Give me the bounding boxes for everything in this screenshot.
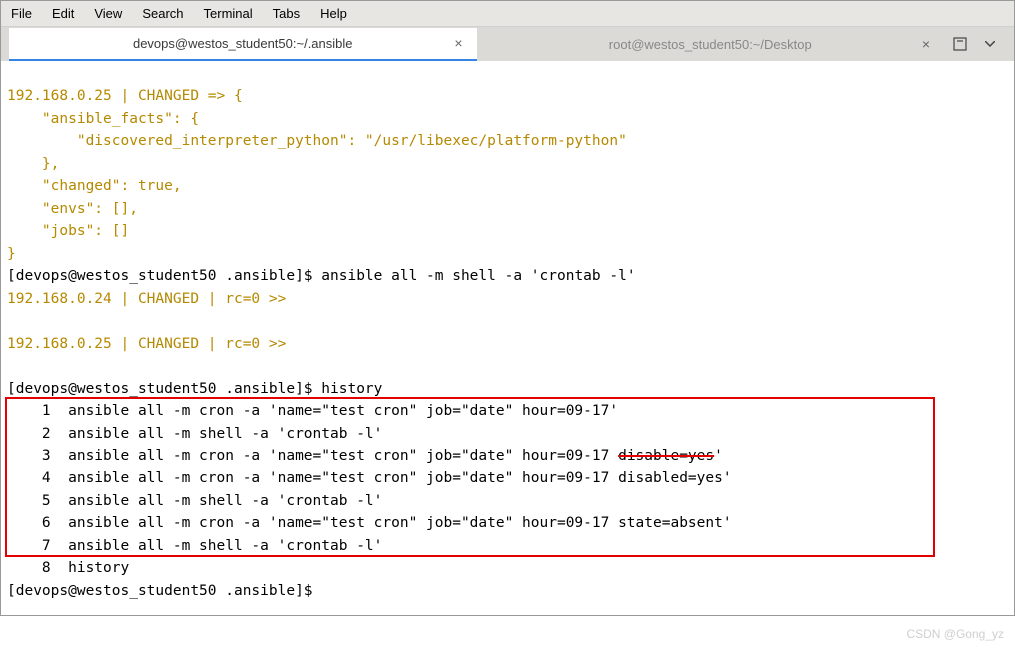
history-line: 4 ansible all -m cron -a 'name="test cro… bbox=[7, 470, 732, 486]
output-line: "changed": true, bbox=[7, 178, 182, 194]
shell-command: history bbox=[321, 381, 382, 397]
output-line: "discovered_interpreter_python": "/usr/l… bbox=[7, 133, 627, 149]
prompt-line: [devops@westos_student50 .ansible]$ ansi… bbox=[7, 268, 636, 284]
output-line: "ansible_facts": { bbox=[7, 111, 199, 127]
output-line: }, bbox=[7, 156, 59, 172]
history-line: 5 ansible all -m shell -a 'crontab -l' bbox=[7, 493, 382, 509]
menu-help[interactable]: Help bbox=[320, 6, 347, 21]
tab-2[interactable]: root@westos_student50:~/Desktop × bbox=[477, 29, 945, 60]
terminal-output[interactable]: 192.168.0.25 | CHANGED => { "ansible_fac… bbox=[1, 61, 1014, 649]
output-line: 192.168.0.25 | CHANGED | rc=0 >> bbox=[7, 336, 286, 352]
output-line: "envs": [], bbox=[7, 201, 138, 217]
prompt-line: [devops@westos_student50 .ansible]$ bbox=[7, 583, 321, 599]
strikethrough-text: disable=yes bbox=[618, 448, 714, 464]
tab-1-title: devops@westos_student50:~/.ansible bbox=[133, 36, 353, 51]
history-line: 2 ansible all -m shell -a 'crontab -l' bbox=[7, 426, 382, 442]
menu-terminal[interactable]: Terminal bbox=[204, 6, 253, 21]
tab-actions bbox=[944, 36, 1006, 52]
tab-2-title: root@westos_student50:~/Desktop bbox=[609, 37, 812, 52]
tab-menu-chevron-down-icon[interactable] bbox=[982, 36, 998, 52]
shell-prompt: [devops@westos_student50 .ansible]$ bbox=[7, 583, 321, 599]
menu-view[interactable]: View bbox=[94, 6, 122, 21]
tab-2-close-icon[interactable]: × bbox=[922, 36, 930, 52]
output-line: } bbox=[7, 246, 16, 262]
new-tab-icon[interactable] bbox=[952, 36, 968, 52]
output-line: 192.168.0.25 | CHANGED => { bbox=[7, 88, 243, 104]
history-line: 3 ansible all -m cron -a 'name="test cro… bbox=[7, 448, 723, 464]
watermark-text: CSDN @Gong_yz bbox=[906, 625, 1004, 644]
history-line: 1 ansible all -m cron -a 'name="test cro… bbox=[7, 403, 618, 419]
menu-tabs[interactable]: Tabs bbox=[273, 6, 300, 21]
output-line: 192.168.0.24 | CHANGED | rc=0 >> bbox=[7, 291, 286, 307]
history-line: 6 ansible all -m cron -a 'name="test cro… bbox=[7, 515, 732, 531]
tab-1[interactable]: devops@westos_student50:~/.ansible × bbox=[9, 28, 477, 61]
menu-file[interactable]: File bbox=[11, 6, 32, 21]
shell-prompt: [devops@westos_student50 .ansible]$ bbox=[7, 381, 321, 397]
history-line: 8 history bbox=[7, 560, 129, 576]
output-line: "jobs": [] bbox=[7, 223, 129, 239]
menu-search[interactable]: Search bbox=[142, 6, 183, 21]
tab-1-close-icon[interactable]: × bbox=[454, 35, 462, 51]
tab-bar: devops@westos_student50:~/.ansible × roo… bbox=[1, 27, 1014, 61]
menu-bar: File Edit View Search Terminal Tabs Help bbox=[1, 1, 1014, 27]
menu-edit[interactable]: Edit bbox=[52, 6, 74, 21]
history-line: 7 ansible all -m shell -a 'crontab -l' bbox=[7, 538, 382, 554]
shell-command: ansible all -m shell -a 'crontab -l' bbox=[321, 268, 635, 284]
prompt-line: [devops@westos_student50 .ansible]$ hist… bbox=[7, 381, 382, 397]
shell-prompt: [devops@westos_student50 .ansible]$ bbox=[7, 268, 321, 284]
